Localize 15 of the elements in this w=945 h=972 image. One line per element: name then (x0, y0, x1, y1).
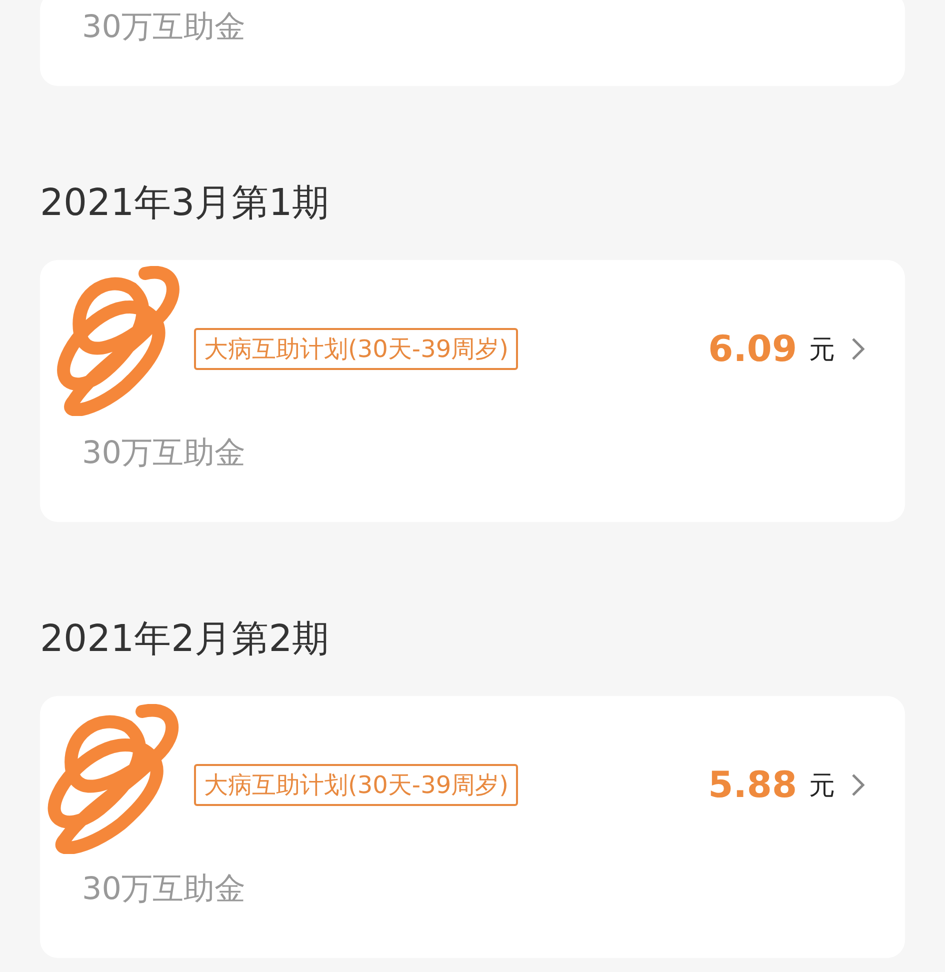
unit-text: 元 (809, 334, 835, 366)
plan-tag: 大病互助计划(30天-39周岁) (194, 764, 518, 806)
period-heading: 2021年3月第1期 (40, 180, 330, 226)
plan-tag: 大病互助计划(30天-39周岁) (194, 328, 518, 370)
contribution-card[interactable]: 大病互助计划(30天-39周岁) 5.88 元 30万互助金 (40, 696, 905, 958)
amount-text: 5.88 (708, 764, 797, 806)
unit-text: 元 (809, 770, 835, 802)
contribution-card[interactable]: 大病互助计划(30天-39周岁) 6.09 元 30万互助金 (40, 260, 905, 522)
coverage-text: 30万互助金 (82, 434, 246, 473)
coverage-text: 30万互助金 (82, 870, 246, 909)
coverage-text: 30万互助金 (82, 8, 246, 47)
chevron-right-icon (851, 773, 865, 797)
chevron-right-icon (851, 337, 865, 361)
amount-text: 6.09 (708, 328, 797, 370)
period-heading: 2021年2月第2期 (40, 616, 330, 662)
